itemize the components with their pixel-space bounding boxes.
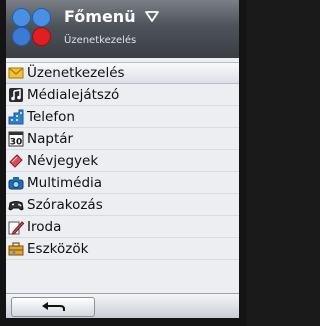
pencil-icon [8, 219, 24, 235]
menu-item-uzenetkezeles[interactable]: Üzenetkezelés [6, 62, 239, 84]
menu-item-label: Naptár [27, 131, 74, 147]
music-note-icon [8, 87, 24, 103]
back-button[interactable] [11, 297, 95, 317]
main-menu-list: Üzenetkezelés Médialejátszó Telefon 30 N… [6, 62, 239, 260]
building-icon [8, 109, 24, 125]
softkey-bar [6, 293, 239, 318]
menu-item-iroda[interactable]: Iroda [6, 216, 239, 238]
menu-item-telefon[interactable]: Telefon [6, 106, 239, 128]
contact-card-icon [8, 153, 24, 169]
gamepad-icon [8, 197, 24, 213]
logo-dot-top-right [32, 8, 51, 27]
selected-item-subtitle: Üzenetkezelés [64, 35, 137, 46]
menu-item-label: Névjegyek [27, 153, 99, 169]
menu-item-szorakozas[interactable]: Szórakozás [6, 194, 239, 216]
menu-item-eszkozok[interactable]: Eszközök [6, 238, 239, 260]
menu-item-nevjegyek[interactable]: Névjegyek [6, 150, 239, 172]
menu-item-label: Üzenetkezelés [27, 65, 125, 81]
menu-item-medialejatszo[interactable]: Médialejátszó [6, 84, 239, 106]
back-arrow-icon [40, 298, 66, 317]
menu-item-multimedia[interactable]: Multimédia [6, 172, 239, 194]
device-frame: Főmenü Üzenetkezelés Üzenetkezelés Média… [0, 0, 246, 326]
calendar-icon: 30 [8, 131, 24, 147]
page-title: Főmenü [64, 7, 136, 26]
camera-icon [8, 175, 24, 191]
app-logo [12, 8, 56, 48]
menu-item-label: Médialejátszó [27, 87, 120, 103]
menu-item-label: Telefon [27, 109, 75, 125]
menu-item-label: Eszközök [27, 241, 89, 257]
logo-dot-bottom-right [32, 27, 51, 46]
menu-item-naptar[interactable]: 30 Naptár [6, 128, 239, 150]
toolbox-icon [8, 241, 24, 257]
header-bar: Főmenü Üzenetkezelés [6, 0, 239, 58]
calendar-icon-number: 30 [10, 138, 23, 148]
phone-screen: Főmenü Üzenetkezelés Üzenetkezelés Média… [6, 0, 239, 318]
chevron-down-icon [145, 7, 160, 22]
envelope-icon [8, 65, 24, 81]
logo-dot-top-left [12, 8, 31, 27]
menu-item-label: Szórakozás [27, 197, 103, 213]
menu-item-label: Iroda [27, 219, 62, 235]
menu-item-label: Multimédia [27, 175, 103, 191]
logo-dot-bottom-left [12, 27, 31, 46]
menu-title-dropdown[interactable]: Főmenü [64, 6, 160, 28]
